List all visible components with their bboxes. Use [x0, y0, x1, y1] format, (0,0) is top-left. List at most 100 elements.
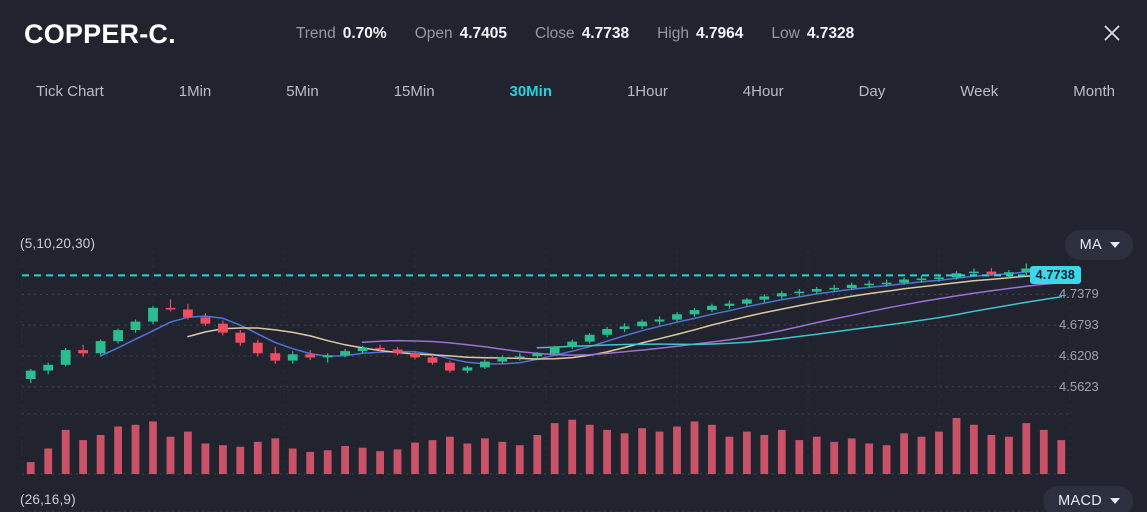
volume-bar	[306, 451, 315, 474]
volume-bar	[463, 443, 472, 474]
volume-bar	[620, 433, 629, 474]
volume-bar	[638, 428, 646, 474]
candle-body	[986, 271, 997, 275]
chart-header: COPPER-C. Trend 0.70% Open 4.7405 Close …	[0, 0, 1147, 68]
candle-body	[864, 283, 874, 286]
volume-bar	[882, 445, 891, 474]
candle-body	[916, 278, 927, 281]
volume-bar	[184, 431, 192, 474]
candle-body	[252, 342, 263, 354]
candle-body	[776, 293, 787, 297]
macd-indicator-selector[interactable]: MACD	[1043, 486, 1133, 512]
stat-close-value: 4.7738	[581, 25, 630, 42]
volume-bar	[44, 448, 53, 474]
volume-bar	[743, 431, 751, 474]
volume-bar	[708, 424, 716, 474]
tab-15min[interactable]: 15Min	[392, 79, 437, 104]
candle-body	[1004, 272, 1014, 275]
volume-bar	[219, 445, 227, 474]
tab-month[interactable]: Month	[1071, 79, 1117, 104]
candle-body	[410, 353, 420, 358]
volume-bar	[603, 429, 611, 474]
candle-body	[165, 307, 176, 310]
volume-bar	[568, 419, 577, 474]
tab-5min[interactable]: 5Min	[284, 79, 321, 104]
tab-30min[interactable]: 30Min	[508, 79, 555, 104]
volume-bar	[725, 436, 734, 474]
stat-low-label: Low	[771, 25, 800, 42]
candle-body	[427, 357, 438, 363]
volume-bar	[585, 424, 594, 474]
stat-high-label: High	[657, 25, 689, 42]
tab-day[interactable]: Day	[857, 79, 888, 104]
volume-bar	[393, 449, 402, 474]
volume-bar	[1022, 423, 1031, 474]
candle-body	[235, 332, 246, 343]
candle-body	[148, 307, 158, 322]
candle-body	[375, 347, 385, 350]
stat-trend-value: 0.70%	[342, 25, 387, 42]
volume-bar	[760, 435, 769, 474]
tab-1min[interactable]: 1Min	[177, 79, 214, 104]
ma-indicator-selector[interactable]: MA	[1064, 230, 1133, 260]
chart-area[interactable]: (5,10,20,30) (26,16,9) MA MACD 4.7738 4.…	[0, 114, 1147, 512]
chart-svg	[21, 251, 1071, 512]
ma-line-10	[187, 273, 1063, 360]
tab-tick-chart[interactable]: Tick Chart	[34, 79, 106, 104]
volume-bar	[271, 438, 280, 474]
chevron-down-icon	[1110, 242, 1120, 248]
tab-week[interactable]: Week	[958, 79, 1000, 104]
stat-trend-label: Trend	[295, 25, 336, 42]
volume-bar	[341, 446, 349, 474]
volume-bar	[812, 436, 821, 474]
chart-panel: COPPER-C. Trend 0.70% Open 4.7405 Close …	[0, 0, 1147, 512]
volume-bar	[481, 438, 489, 474]
candle-body	[724, 303, 735, 306]
volume-bar	[446, 436, 454, 474]
candle-body	[200, 317, 211, 324]
candle-body	[811, 289, 822, 292]
candle-body	[689, 310, 700, 315]
volume-bar	[114, 426, 122, 474]
candle-body	[445, 362, 455, 371]
volume-bar	[288, 448, 297, 474]
candle-body	[969, 271, 979, 274]
candle-body	[322, 355, 333, 358]
chart-canvas[interactable]	[0, 114, 1147, 512]
candle-body	[218, 323, 228, 333]
candle-body	[881, 282, 892, 285]
volume-bar	[533, 435, 542, 474]
volume-bar	[498, 441, 507, 474]
close-icon[interactable]	[1095, 16, 1129, 50]
volume-bar	[795, 440, 804, 474]
candle-body	[60, 350, 71, 365]
stat-open-value: 4.7405	[459, 25, 508, 42]
macd-indicator-label: MACD	[1058, 493, 1102, 509]
volume-bar	[865, 443, 873, 474]
candle-body	[899, 279, 909, 283]
volume-bar	[987, 435, 996, 474]
candle-body	[183, 309, 193, 318]
volume-bar	[673, 426, 681, 474]
tab-1hour[interactable]: 1Hour	[625, 79, 670, 104]
volume-bar	[935, 431, 943, 474]
current-price-tag: 4.7738	[1029, 266, 1081, 285]
candle-body	[829, 287, 840, 290]
volume-bar	[96, 435, 105, 474]
volume-bar	[26, 462, 35, 474]
candle-body	[392, 349, 403, 354]
volume-bar	[201, 443, 210, 474]
candle-body	[794, 291, 805, 294]
volume-bar	[323, 450, 332, 474]
volume-bar	[166, 436, 175, 474]
candle-body	[619, 326, 630, 329]
candle-body	[549, 346, 560, 354]
candle-body	[25, 370, 36, 379]
candle-body	[305, 354, 316, 358]
volume-bar	[411, 442, 419, 474]
tab-4hour[interactable]: 4Hour	[741, 79, 786, 104]
candle-body	[532, 353, 543, 357]
volume-bar	[1005, 436, 1013, 474]
candle-body	[462, 367, 473, 371]
quote-stats: Trend 0.70% Open 4.7405 Close 4.7738 Hig…	[296, 25, 854, 43]
